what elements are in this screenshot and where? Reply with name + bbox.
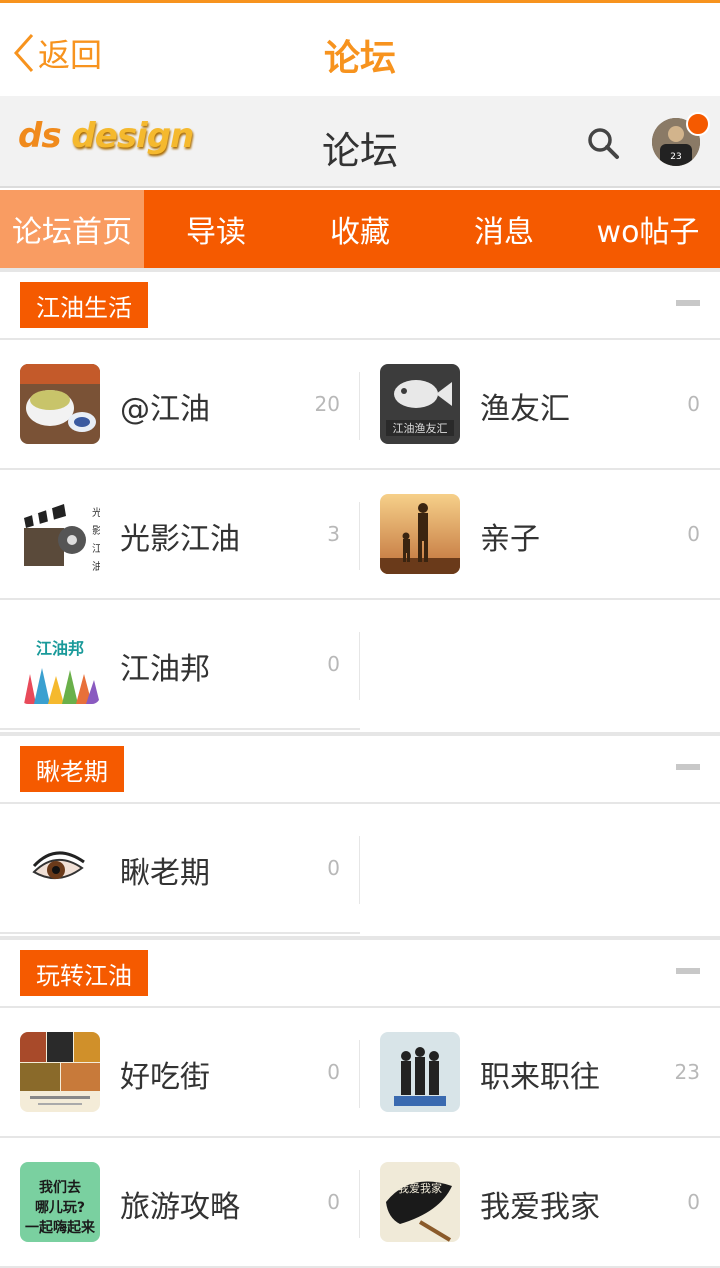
svg-text:影: 影 [92,525,100,537]
forum-count: 0 [687,392,700,416]
section-header[interactable]: 玩转江油 [0,936,720,1008]
svg-text:江油渔友汇: 江油渔友汇 [393,421,448,435]
forum-count: 0 [327,652,340,676]
section-title: 瞅老期 [20,746,124,792]
section-header[interactable]: 江油生活 [0,268,720,340]
tab-favorites[interactable]: 收藏 [288,190,432,268]
collapse-icon[interactable] [676,968,700,974]
top-bar: 返回 论坛 [0,0,720,96]
forum-item[interactable]: 江油渔友汇 渔友汇 0 [360,340,720,470]
forum-item[interactable]: 江油邦 江油邦 0 [0,600,360,730]
tea-cup-icon [20,364,100,444]
divider [359,632,360,700]
forum-name: 光影江油 [120,522,240,557]
forum-count: 0 [327,1060,340,1084]
forum-item[interactable]: 我爱我家 我爱我家 0 [360,1138,720,1268]
tab-messages[interactable]: 消息 [432,190,576,268]
nav-bar: 论坛首页 导读 收藏 消息 wo帖子 [0,190,720,268]
forum-item[interactable]: 我们去 哪儿玩? 一起嗨起来 旅游攻略 0 [0,1138,360,1268]
fish-logo-icon: 江油渔友汇 [380,364,460,444]
svg-text:哪儿玩?: 哪儿玩? [35,1200,85,1216]
tab-forum-home[interactable]: 论坛首页 [0,190,144,268]
forum-name: 亲子 [480,522,540,557]
travel-sign-icon: 我们去 哪儿玩? 一起嗨起来 [20,1162,100,1242]
forum-count: 0 [327,1190,340,1214]
forum-name: 我爱我家 [480,1190,600,1225]
tab-my-posts[interactable]: wo帖子 [576,190,720,268]
forum-item[interactable]: 亲子 0 [360,470,720,600]
forum-name: @江油 [120,392,210,427]
section-header[interactable]: 瞅老期 [0,732,720,804]
business-people-icon [380,1032,460,1112]
hands-logo-icon: 江油邦 [20,624,100,704]
forum-item[interactable]: 好吃街 0 [0,1008,360,1138]
divider [359,836,360,904]
film-clapper-icon: 光 影 江 油 [20,494,100,574]
svg-text:我爱我家: 我爱我家 [398,1181,442,1195]
svg-text:光: 光 [92,506,100,519]
section-title: 玩转江油 [20,950,148,996]
collapse-icon[interactable] [676,300,700,306]
forum-count: 23 [674,1060,700,1084]
forum-count: 3 [327,522,340,546]
svg-text:江油邦: 江油邦 [36,639,84,658]
forum-name: 瞅老期 [120,856,210,891]
forum-item[interactable]: 光 影 江 油 光影江油 3 [0,470,360,600]
eye-icon [20,828,100,908]
forum-name: 职来职往 [480,1060,600,1095]
collapse-icon[interactable] [676,764,700,770]
food-collage-icon [20,1032,100,1112]
tab-guide[interactable]: 导读 [144,190,288,268]
svg-text:一起嗨起来: 一起嗨起来 [25,1219,96,1236]
page-title: 论坛 [323,38,396,79]
section-title: 江油生活 [20,282,148,328]
calligraphy-icon: 我爱我家 [380,1162,460,1242]
svg-text:江: 江 [92,543,100,555]
forum-name: 好吃街 [120,1060,210,1095]
forum-count: 20 [314,392,340,416]
parent-child-icon [380,494,460,574]
forum-count: 0 [687,522,700,546]
forum-name: 渔友汇 [480,392,570,427]
svg-text:我们去: 我们去 [39,1179,81,1196]
forum-count: 0 [327,856,340,880]
forum-item[interactable]: 瞅老期 0 [0,804,360,934]
svg-text:油: 油 [92,560,100,573]
forum-name: 江油邦 [120,652,210,687]
search-icon[interactable] [586,126,620,160]
forum-item[interactable]: 职来职往 23 [360,1008,720,1138]
forum-item[interactable]: @江油 20 [0,340,360,470]
forum-count: 0 [687,1190,700,1214]
forum-name: 旅游攻略 [120,1190,240,1225]
svg-text:23: 23 [670,152,681,162]
notification-dot [686,112,710,136]
